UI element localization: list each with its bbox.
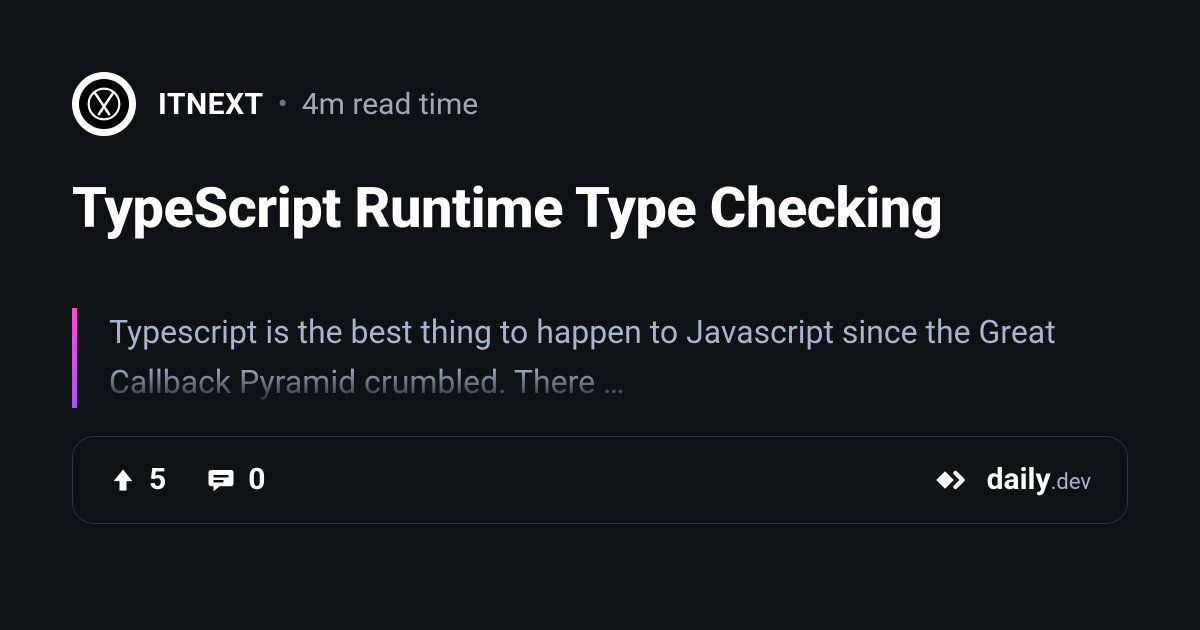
separator: • <box>278 87 288 122</box>
brand-name: daily <box>987 462 1051 497</box>
upvote-stat[interactable]: 5 <box>109 462 166 497</box>
comment-count: 0 <box>248 462 265 497</box>
brand-icon <box>931 459 973 501</box>
source-logo-icon <box>87 87 121 121</box>
meta-row: ITNEXT • 4m read time <box>158 87 478 122</box>
card-container: ITNEXT • 4m read time TypeScript Runtime… <box>0 0 1200 630</box>
footer-bar: 5 0 daily.dev <box>72 436 1128 524</box>
article-title[interactable]: TypeScript Runtime Type Checking <box>72 176 1128 240</box>
upvote-icon <box>109 466 137 494</box>
comment-stat[interactable]: 0 <box>206 462 265 497</box>
stats-group: 5 0 <box>109 462 265 497</box>
upvote-count: 5 <box>149 462 166 497</box>
excerpt-block: Typescript is the best thing to happen t… <box>72 308 1128 407</box>
article-excerpt: Typescript is the best thing to happen t… <box>109 308 1128 407</box>
source-avatar[interactable] <box>72 72 136 136</box>
source-name[interactable]: ITNEXT <box>158 87 264 122</box>
header-row: ITNEXT • 4m read time <box>72 72 1128 136</box>
comment-icon <box>206 465 236 495</box>
brand-logo[interactable]: daily.dev <box>931 459 1091 501</box>
read-time: 4m read time <box>302 87 478 122</box>
brand-suffix: .dev <box>1051 470 1091 495</box>
brand-text: daily.dev <box>987 462 1091 497</box>
